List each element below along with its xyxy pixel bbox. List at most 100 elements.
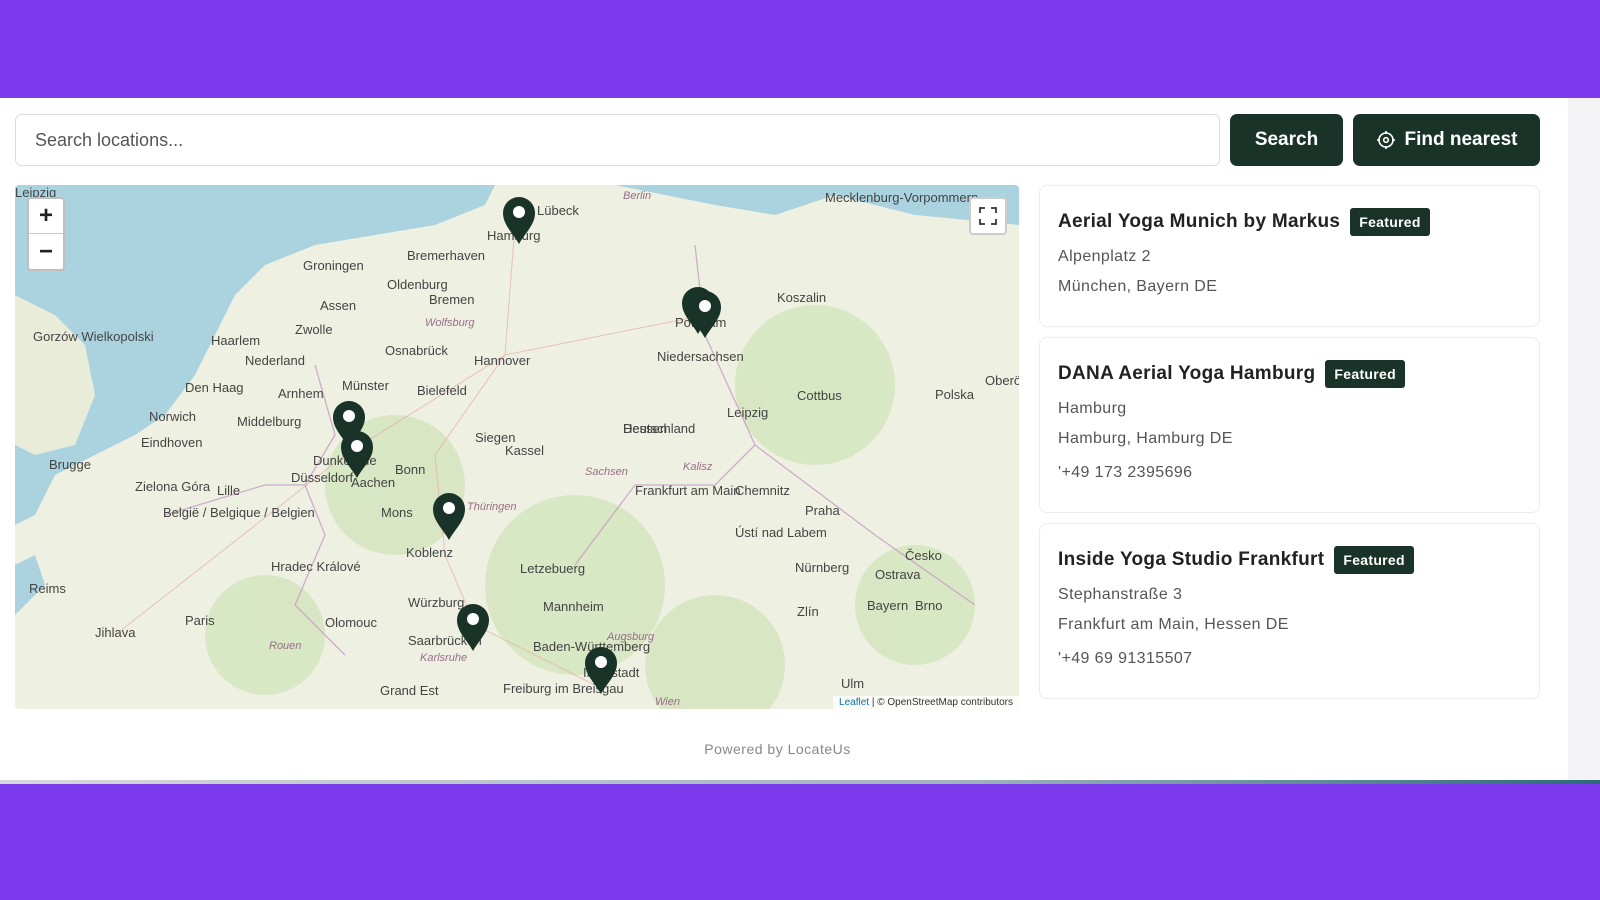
fullscreen-button[interactable] xyxy=(969,197,1007,235)
leaflet-link[interactable]: Leaflet xyxy=(839,697,869,708)
map-label: Polska xyxy=(935,387,975,402)
zoom-out-button[interactable]: − xyxy=(29,234,63,269)
map-label: Ostrava xyxy=(875,567,921,582)
map-label: Den Haag xyxy=(185,380,244,395)
map-label: Cottbus xyxy=(797,388,842,403)
map-label: Zlín xyxy=(797,604,819,619)
location-card[interactable]: DANA Aerial Yoga Hamburg Featured Hamburg… xyxy=(1039,337,1540,513)
map-marker-pin-icon[interactable] xyxy=(583,645,619,695)
map-label: Norwich xyxy=(149,409,196,424)
map-label: Kassel xyxy=(505,443,545,458)
map-label: Bayern xyxy=(867,598,909,613)
map-label: Hradec Králové xyxy=(271,559,361,574)
map-label: Zielona Góra xyxy=(135,479,211,494)
map-label: Leipzig xyxy=(727,405,769,420)
map-label: Hannover xyxy=(474,353,531,368)
map-label: Mecklenburg-Vorpommern xyxy=(825,190,979,205)
map-label: Assen xyxy=(320,298,357,313)
map-label: Mannheim xyxy=(543,599,604,614)
location-address: Hamburg xyxy=(1058,400,1127,417)
map-label: Osnabrück xyxy=(385,343,448,358)
map-label: Augsburg xyxy=(607,631,655,643)
location-address: Alpenplatz 2 xyxy=(1058,248,1151,265)
divider xyxy=(0,780,1600,784)
location-phone: '+49 173 2395696 xyxy=(1058,464,1193,481)
map-attribution: Leaflet | © OpenStreetMap contributors xyxy=(833,696,1019,709)
map-label: Ústí nad Labem xyxy=(735,525,827,540)
map-marker-pin-icon[interactable] xyxy=(687,289,723,339)
search-button-label: Search xyxy=(1254,129,1319,150)
map-label: Reims xyxy=(29,581,66,596)
map-label: Rouen xyxy=(269,640,302,652)
map-label: Oberösterreich xyxy=(985,373,1019,388)
map-label: Wolfsburg xyxy=(425,317,475,329)
map-label: Letzebuerg xyxy=(520,561,586,576)
map-label: Karlsruhe xyxy=(420,652,468,664)
map-label: Münster xyxy=(342,378,389,393)
location-card[interactable]: Aerial Yoga Munich by Markus Featured Alp… xyxy=(1039,185,1540,327)
map-label: Mons xyxy=(381,505,413,520)
map-label: Brno xyxy=(915,598,943,613)
map-label: Nederland xyxy=(245,353,305,368)
find-nearest-button[interactable]: Find nearest xyxy=(1353,114,1540,166)
map-label: Sachsen xyxy=(585,466,628,478)
map-label: Česko xyxy=(905,548,942,563)
map-marker-pin-icon[interactable] xyxy=(501,195,537,245)
location-name: Inside Yoga Studio Frankfurt xyxy=(1058,549,1325,570)
map-label: Bonn xyxy=(395,462,426,477)
map-label: Middelburg xyxy=(237,414,302,429)
crosshair-icon xyxy=(1376,131,1395,149)
scrollbar-track[interactable] xyxy=(1568,98,1600,782)
map-label: Chemnitz xyxy=(735,483,790,498)
location-city: München, Bayern DE xyxy=(1058,278,1218,295)
featured-badge: Featured xyxy=(1325,360,1405,388)
map-label: Oldenburg xyxy=(387,277,448,292)
featured-badge: Featured xyxy=(1350,208,1430,236)
map-marker-pin-icon[interactable] xyxy=(339,429,375,479)
map-label: Paris xyxy=(185,613,215,628)
map-label: Koszalin xyxy=(777,290,827,305)
fullscreen-icon xyxy=(979,207,997,225)
map-label: Wien xyxy=(655,696,680,708)
map-label: Bielefeld xyxy=(417,383,467,398)
map-label: Grand Est xyxy=(380,683,439,698)
attribution-text: | © OpenStreetMap contributors xyxy=(871,697,1013,708)
search-button[interactable]: Search xyxy=(1230,114,1343,166)
location-card[interactable]: Inside Yoga Studio Frankfurt Featured Ste… xyxy=(1039,523,1540,699)
map-label: Kalisz xyxy=(683,461,713,473)
map[interactable]: HamburgLübeckBremerhavenBremenGroningenO… xyxy=(15,185,1019,709)
map-label: Groningen xyxy=(303,258,364,273)
map-label: Nürnberg xyxy=(795,560,850,575)
map-label: Eindhoven xyxy=(141,435,203,450)
map-label: Lille xyxy=(217,483,241,498)
zoom-in-button[interactable]: + xyxy=(29,199,63,234)
location-address: Stephanstraße 3 xyxy=(1058,586,1183,603)
map-label: Thüringen xyxy=(467,501,517,513)
map-marker-pin-icon[interactable] xyxy=(455,602,491,652)
map-label: Hessen xyxy=(623,421,668,436)
map-label: Gorzów Wielkopolski xyxy=(33,329,154,344)
map-marker-pin-icon[interactable] xyxy=(431,491,467,541)
find-nearest-label: Find nearest xyxy=(1404,129,1518,150)
powered-by: Powered by LocateUs xyxy=(704,741,851,757)
map-label: Lübeck xyxy=(537,203,579,218)
map-label: Olomouc xyxy=(325,615,378,630)
map-label: Niedersachsen xyxy=(657,349,744,364)
map-label: Arnhem xyxy=(278,386,324,401)
location-list[interactable]: Aerial Yoga Munich by Markus Featured Alp… xyxy=(1039,185,1540,709)
map-label: Frankfurt am Main xyxy=(635,483,741,498)
location-name: Aerial Yoga Munich by Markus xyxy=(1058,211,1341,232)
map-label: Bremerhaven xyxy=(407,248,486,263)
map-label: Bremen xyxy=(429,292,475,307)
search-input[interactable] xyxy=(15,114,1220,166)
zoom-control: + − xyxy=(27,197,65,271)
location-city: Hamburg, Hamburg DE xyxy=(1058,430,1233,447)
map-label: Haarlem xyxy=(211,333,261,348)
top-banner xyxy=(0,0,1600,98)
map-label: Ulm xyxy=(841,676,865,691)
map-label: Berlin xyxy=(623,190,652,202)
featured-badge: Featured xyxy=(1334,546,1414,574)
location-name: DANA Aerial Yoga Hamburg xyxy=(1058,363,1316,384)
location-city: Frankfurt am Main, Hessen DE xyxy=(1058,616,1289,633)
map-label: Zwolle xyxy=(295,322,333,337)
